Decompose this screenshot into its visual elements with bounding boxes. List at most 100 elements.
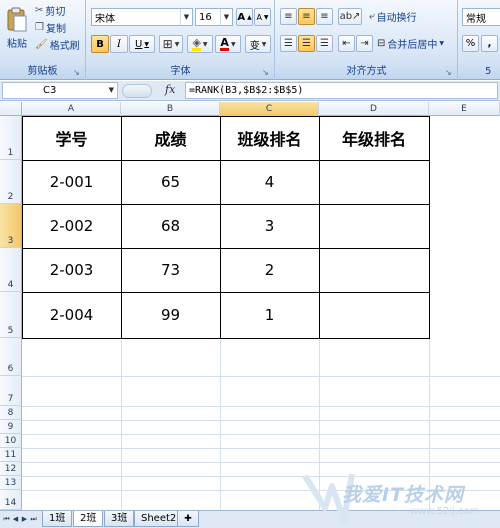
header-class-rank[interactable]: 班级排名 [220, 116, 319, 160]
table-cell[interactable]: 99 [121, 292, 220, 338]
chevron-down-icon[interactable]: ▼ [220, 9, 232, 25]
table-cell[interactable] [319, 248, 429, 292]
header-grade-rank[interactable]: 年级排名 [319, 116, 429, 160]
table-cell[interactable]: 68 [121, 204, 220, 248]
table-cell[interactable]: 1 [220, 292, 319, 338]
table-cell[interactable]: 4 [220, 160, 319, 204]
sheet-tab-sheet2[interactable]: Sheet2 [134, 511, 184, 527]
sheet-tab-1[interactable]: 1班 [42, 511, 73, 527]
table-cell[interactable]: 2-003 [22, 248, 121, 292]
align-center-button[interactable]: ☰ [298, 35, 315, 52]
table-border [22, 338, 430, 339]
clipboard-launcher-icon[interactable]: ↘ [73, 68, 82, 77]
table-cell[interactable]: 2-002 [22, 204, 121, 248]
font-launcher-icon[interactable]: ↘ [262, 68, 271, 77]
name-box-value: C3 [43, 85, 57, 96]
fill-color-button[interactable]: ◈ ▼ [187, 35, 213, 53]
table-cell[interactable] [319, 160, 429, 204]
row-header-10[interactable]: 10 [0, 434, 22, 448]
sheet-tab-3[interactable]: 3班 [104, 511, 135, 527]
bold-button[interactable]: B [91, 35, 109, 53]
sheet-tab-2[interactable]: 2班 [73, 511, 104, 527]
font-size-combo[interactable]: 16 ▼ [195, 8, 233, 26]
shrink-font-button[interactable]: A ▼ [254, 8, 271, 26]
font-color-button[interactable]: A ▼ [215, 35, 241, 53]
row-header-2[interactable]: 2 [0, 160, 22, 204]
row-header-6[interactable]: 6 [0, 338, 22, 376]
number-format-combo[interactable]: 常规 [462, 8, 500, 26]
formula-input[interactable]: =RANK(B3,$B$2:$B$5) [185, 82, 498, 99]
paste-button[interactable]: 粘贴 [2, 2, 32, 54]
font-name-combo[interactable]: 宋体 ▼ [91, 8, 193, 26]
cut-button[interactable]: ✂ 剪切 [34, 2, 66, 18]
paint-bucket-icon: ◈ [192, 35, 201, 51]
orientation-button[interactable]: ab↗ [338, 8, 362, 25]
decrease-indent-button[interactable]: ⇤ [338, 35, 355, 52]
table-cell[interactable] [319, 292, 429, 338]
row-header-11[interactable]: 11 [0, 448, 22, 462]
table-cell[interactable] [319, 204, 429, 248]
italic-button[interactable]: I [110, 35, 128, 53]
column-header-b[interactable]: B [121, 102, 220, 116]
row-header-8[interactable]: 8 [0, 406, 22, 420]
comma-style-button[interactable]: , [481, 35, 498, 52]
formula-bar-splitter[interactable] [122, 84, 152, 98]
ribbon: 粘贴 ✂ 剪切 ❐ 复制 🖌 格式刷 剪贴板 ↘ 宋体 ▼ 16 ▼ A▲ A [0, 0, 500, 80]
table-cell[interactable]: 2-004 [22, 292, 121, 338]
next-sheet-icon[interactable]: ▶ [20, 513, 29, 526]
phonetic-button[interactable]: 变 ▼ [245, 35, 271, 53]
align-bottom-button[interactable]: ≡ [316, 8, 333, 25]
row-header-14[interactable]: 14 [0, 490, 22, 510]
align-top-button[interactable]: ≡ [280, 8, 297, 25]
column-header-e[interactable]: E [429, 102, 500, 116]
currency-button[interactable]: % [462, 35, 479, 52]
header-score[interactable]: 成绩 [121, 116, 220, 160]
insert-function-button[interactable]: fx [165, 83, 175, 96]
format-painter-button[interactable]: 🖌 格式刷 [34, 36, 81, 52]
align-right-button[interactable]: ☰ [316, 35, 333, 52]
table-cell[interactable]: 2 [220, 248, 319, 292]
wrap-text-button[interactable]: ⤶ 自动换行 [368, 8, 418, 25]
chevron-down-icon[interactable]: ▼ [180, 9, 192, 25]
align-top-icon: ≡ [284, 11, 293, 22]
name-box[interactable]: C3 ▼ [2, 82, 118, 99]
row-header-12[interactable]: 12 [0, 462, 22, 476]
alignment-group-label: 对齐方式 [276, 64, 457, 79]
row-header-9[interactable]: 9 [0, 420, 22, 434]
table-cell[interactable]: 73 [121, 248, 220, 292]
first-sheet-icon[interactable]: ⏮ [2, 513, 11, 526]
brush-icon: 🖌 [35, 38, 48, 50]
align-left-button[interactable]: ☰ [280, 35, 297, 52]
select-all-corner[interactable] [0, 102, 22, 116]
row-header-3[interactable]: 3 [0, 204, 22, 248]
row-header-1[interactable]: 1 [0, 116, 22, 160]
worksheet-grid[interactable]: 学号 成绩 班级排名 年级排名 2-001 65 4 2-002 68 3 2-… [22, 116, 500, 510]
chevron-down-icon[interactable]: ▼ [109, 83, 114, 98]
row-header-5[interactable]: 5 [0, 292, 22, 338]
merge-center-button[interactable]: ⊟ 合并后居中 ▼ [376, 35, 445, 52]
row-header-13[interactable]: 13 [0, 476, 22, 490]
row-header-4[interactable]: 4 [0, 248, 22, 292]
sheet-tab-bar: ⏮ ◀ ▶ ⏭ 1班 2班 3班 Sheet2 ✚ [0, 510, 500, 528]
grow-font-button[interactable]: A ▲ [236, 8, 253, 26]
borders-icon: ⊞ [162, 37, 173, 51]
copy-button[interactable]: ❐ 复制 [34, 19, 67, 35]
borders-button[interactable]: ⊞ ▼ [159, 35, 183, 53]
increase-indent-button[interactable]: ⇥ [356, 35, 373, 52]
underline-button[interactable]: U ▼ [129, 35, 155, 53]
last-sheet-icon[interactable]: ⏭ [29, 513, 38, 526]
insert-sheet-button[interactable]: ✚ [177, 511, 199, 527]
alignment-launcher-icon[interactable]: ↘ [445, 68, 454, 77]
row-header-7[interactable]: 7 [0, 376, 22, 406]
align-middle-button[interactable]: ≡ [298, 8, 315, 25]
column-header-d[interactable]: D [319, 102, 429, 116]
table-cell[interactable]: 65 [121, 160, 220, 204]
selected-cell-c3[interactable]: 3 [220, 204, 319, 248]
prev-sheet-icon[interactable]: ◀ [11, 513, 20, 526]
column-header-c[interactable]: C [220, 102, 319, 116]
table-cell[interactable]: 2-001 [22, 160, 121, 204]
cut-label: 剪切 [45, 6, 66, 18]
column-header-a[interactable]: A [22, 102, 121, 116]
insert-sheet-icon: ✚ [184, 514, 192, 524]
header-student-id[interactable]: 学号 [22, 116, 121, 160]
